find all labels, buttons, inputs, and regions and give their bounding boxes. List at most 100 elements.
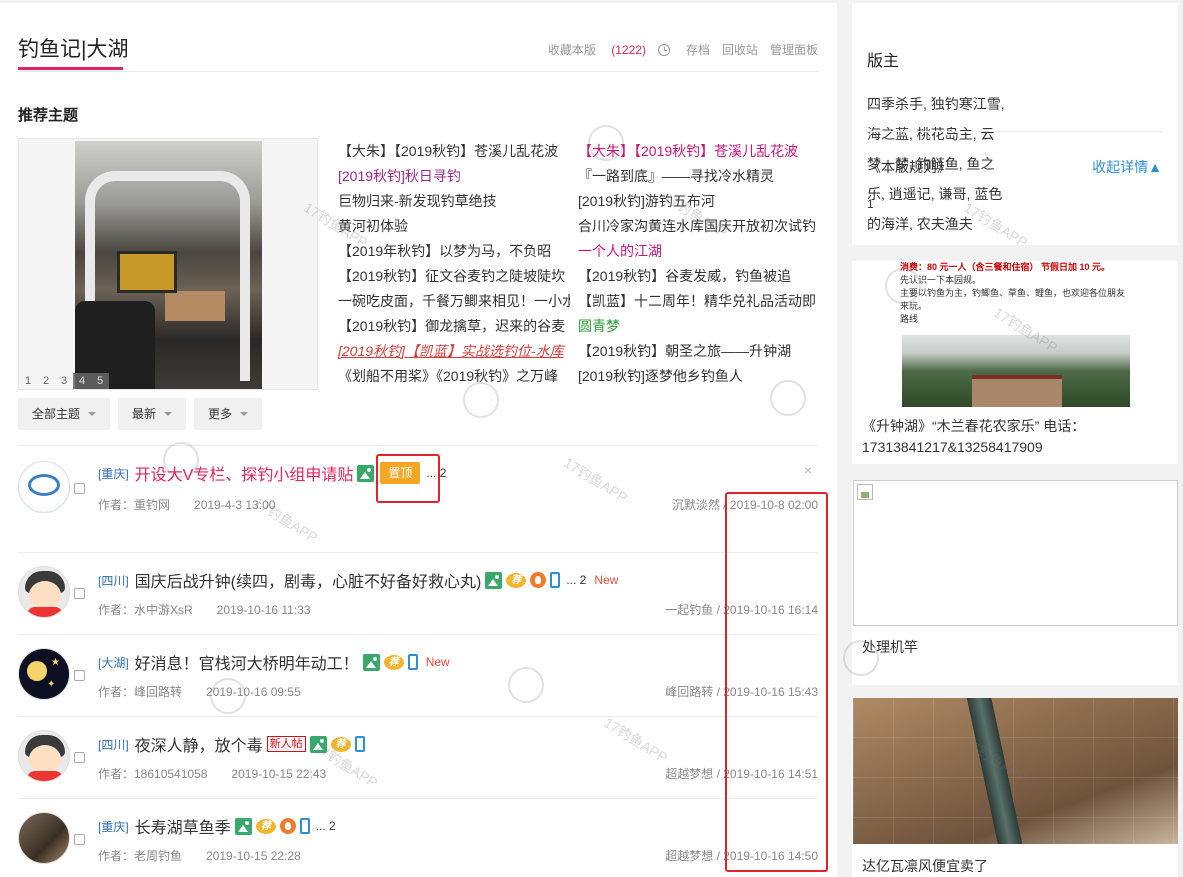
forum-tag[interactable]: [大湖] — [98, 654, 129, 671]
thread-checkbox[interactable] — [74, 670, 85, 681]
newest-dropdown[interactable]: 最新 — [118, 398, 187, 430]
thread-checkbox[interactable] — [74, 834, 85, 845]
ad-image-frame[interactable] — [853, 480, 1178, 626]
thread-meta: 作者：峰回路转 2019-10-16 09:55 — [98, 683, 301, 700]
avatar[interactable] — [18, 812, 70, 864]
favorite-link[interactable]: 收藏本版 (1222) — [536, 41, 646, 58]
mobile-icon — [354, 736, 365, 752]
thread-title[interactable]: 夜深人静，放个毒 — [135, 732, 263, 756]
page-links[interactable]: ... 2 — [316, 819, 336, 833]
thread-title[interactable]: 开设大V专栏、探钓小组申请贴 — [135, 461, 354, 485]
thread-title-line: [四川] 国庆后战升钟(续四，剧毒，心脏不好备好救心丸) 荐 ... 2 New — [98, 569, 618, 591]
thread-date: 2019-10-16 11:33 — [216, 603, 311, 617]
header-divider — [18, 71, 818, 72]
thread-checkbox[interactable] — [74, 588, 85, 599]
image-icon — [357, 464, 375, 482]
avatar[interactable] — [18, 566, 70, 618]
moderators-title: 版主 — [867, 53, 900, 70]
page-links[interactable]: ... 2 — [566, 573, 586, 587]
topic-link[interactable]: [2019秋钓]逐梦他乡钓鱼人 — [578, 364, 818, 389]
archive-link[interactable]: 存档 — [657, 41, 710, 58]
recommend-icon: 荐 — [383, 654, 404, 670]
topic-link[interactable]: [2019秋钓]游钓五布河 — [578, 189, 818, 214]
image-icon — [234, 817, 252, 835]
thread-title-line: [四川] 夜深人静，放个毒 新人帖 荐 — [98, 733, 365, 755]
topic-link[interactable]: [2019秋钓]【凯蓝】实战选钓位-水库 — [338, 339, 570, 364]
thread-meta: 作者：老周钓鱼 2019-10-15 22:28 — [98, 847, 301, 864]
pager-2[interactable]: 2 — [37, 373, 55, 389]
thread-author[interactable]: 作者：水中游XsR — [98, 603, 193, 617]
topic-link[interactable]: 一碗吃皮面，千餐万鲫来相见！一小水 — [338, 289, 570, 314]
thread-author[interactable]: 作者：峰回路转 — [98, 685, 182, 699]
pager-4[interactable]: 4 — [73, 373, 91, 389]
thread-title[interactable]: 长寿湖草鱼季 — [135, 814, 231, 838]
thread-author[interactable]: 作者：老周钓鱼 — [98, 849, 182, 863]
collapse-details-link[interactable]: 收起详情▲ — [1092, 157, 1162, 177]
hot-icon — [279, 818, 296, 834]
topic-link[interactable]: 【凯蓝】十二周年！精华兑礼品活动即 — [578, 289, 818, 314]
caret-down-icon — [164, 412, 173, 416]
avatar[interactable]: ★ ✦ — [18, 648, 70, 700]
pager-5[interactable]: 5 — [91, 373, 109, 389]
forum-tag[interactable]: [重庆] — [98, 465, 129, 482]
avatar[interactable] — [18, 461, 70, 513]
slide-image[interactable] — [75, 141, 262, 389]
thread-checkbox[interactable] — [74, 752, 85, 763]
ad-farmhouse-caption[interactable]: 《升钟湖》“木兰春花农家乐” 电话：17313841217&1325841790… — [862, 416, 1162, 458]
pager-1[interactable]: 1 — [19, 373, 37, 389]
recommend-slideshow[interactable]: 1 2 3 4 5 — [18, 138, 318, 390]
thread-author[interactable]: 作者：18610541058 — [98, 767, 207, 781]
thread-title[interactable]: 好消息！官栈河大桥明年动工！ — [135, 650, 359, 674]
recommend-title: 推荐主题 — [18, 107, 79, 124]
admin-link[interactable]: 管理面板 — [770, 41, 818, 58]
topic-link[interactable]: 合川冷家沟黄连水库国庆开放初次试钓 — [578, 214, 818, 239]
thread-date: 2019-4-3 13:00 — [194, 498, 276, 512]
ad-rod-handling[interactable]: 处理机竿 — [852, 480, 1178, 685]
thread-row[interactable]: [四川] 国庆后战升钟(续四，剧毒，心脏不好备好救心丸) 荐 ... 2 New… — [18, 553, 818, 635]
pager-3[interactable]: 3 — [55, 373, 73, 389]
topic-link[interactable]: 黄河初体验 — [338, 214, 570, 239]
topic-link[interactable]: 【2019秋钓】谷麦发威，钓鱼被追 — [578, 264, 818, 289]
topic-link[interactable]: 【大朱】【2019秋钓】苍溪儿乱花波 — [578, 139, 818, 164]
topic-link[interactable]: 《划船不用桨》《2019秋钓》之万峰 — [338, 364, 570, 389]
ad-daiwa-caption[interactable]: 达亿瓦凛风便宜卖了 — [862, 856, 988, 876]
topic-link[interactable]: 圆青梦 — [578, 314, 818, 339]
topic-link[interactable]: 【2019秋钓】征文谷麦钓之陡坡陡坎 — [338, 264, 570, 289]
caret-down-icon — [240, 412, 249, 416]
thread-title-line: [大湖] 好消息！官栈河大桥明年动工！ 荐 New — [98, 651, 450, 673]
image-icon — [362, 653, 380, 671]
thread-row[interactable]: [重庆] 长寿湖草鱼季 荐 ... 2 作者：老周钓鱼 2019-10-15 22… — [18, 799, 818, 877]
recycle-link[interactable]: 回收站 — [722, 41, 758, 58]
topic-link[interactable]: 巨物归来-新发现钓草绝技 — [338, 189, 570, 214]
topic-link[interactable]: 【大朱】【2019秋钓】苍溪儿乱花波 — [338, 139, 570, 164]
more-dropdown[interactable]: 更多 — [194, 398, 263, 430]
topic-link[interactable]: 【2019秋钓】御龙擒草，迟来的谷麦 — [338, 314, 570, 339]
rules-title: 《本版规则》 — [867, 159, 951, 175]
thread-title[interactable]: 国庆后战升钟(续四，剧毒，心脏不好备好救心丸) — [135, 568, 482, 592]
ad-daiwa-image[interactable] — [853, 698, 1178, 844]
ad-farmhouse-image[interactable] — [902, 335, 1130, 407]
slide-pager: 1 2 3 4 5 — [19, 373, 109, 389]
forum-tag[interactable]: [四川] — [98, 572, 129, 589]
ad-rod-caption[interactable]: 处理机竿 — [862, 637, 918, 657]
thread-author[interactable]: 作者：重钓网 — [98, 498, 170, 512]
forum-tag[interactable]: [四川] — [98, 736, 129, 753]
page-title: 钓鱼记|大湖 — [18, 38, 129, 61]
thread-row[interactable]: [四川] 夜深人静，放个毒 新人帖 荐 作者：18610541058 2019-1… — [18, 717, 818, 799]
forum-tag[interactable]: [重庆] — [98, 818, 129, 835]
topic-link[interactable]: [2019秋钓]秋日寻钓 — [338, 164, 570, 189]
topic-link[interactable]: 一个人的江湖 — [578, 239, 818, 264]
new-label: New — [425, 655, 450, 669]
avatar[interactable] — [18, 730, 70, 782]
ad-farmhouse[interactable]: 消费：80 元一人（含三餐和住宿） 节假日加 10 元。 先认识一下本园规。 主… — [852, 261, 1178, 464]
close-icon[interactable]: × — [804, 462, 812, 478]
thread-date: 2019-10-16 09:55 — [206, 685, 301, 699]
topic-link[interactable]: 【2019年秋钓】以梦为马，不负昭 — [338, 239, 570, 264]
topic-link[interactable]: 『一路到底』——寻找冷水精灵 — [578, 164, 818, 189]
ad-daiwa[interactable]: 达亿瓦凛风便宜卖了 — [852, 698, 1178, 877]
broken-image-icon — [857, 484, 873, 500]
thread-row[interactable]: ★ ✦ [大湖] 好消息！官栈河大桥明年动工！ 荐 New 作者：峰回路转 2019… — [18, 635, 818, 717]
thread-checkbox[interactable] — [74, 483, 85, 494]
all-topics-dropdown[interactable]: 全部主题 — [18, 398, 111, 430]
topic-link[interactable]: 【2019秋钓】朝圣之旅——升钟湖 — [578, 339, 818, 364]
